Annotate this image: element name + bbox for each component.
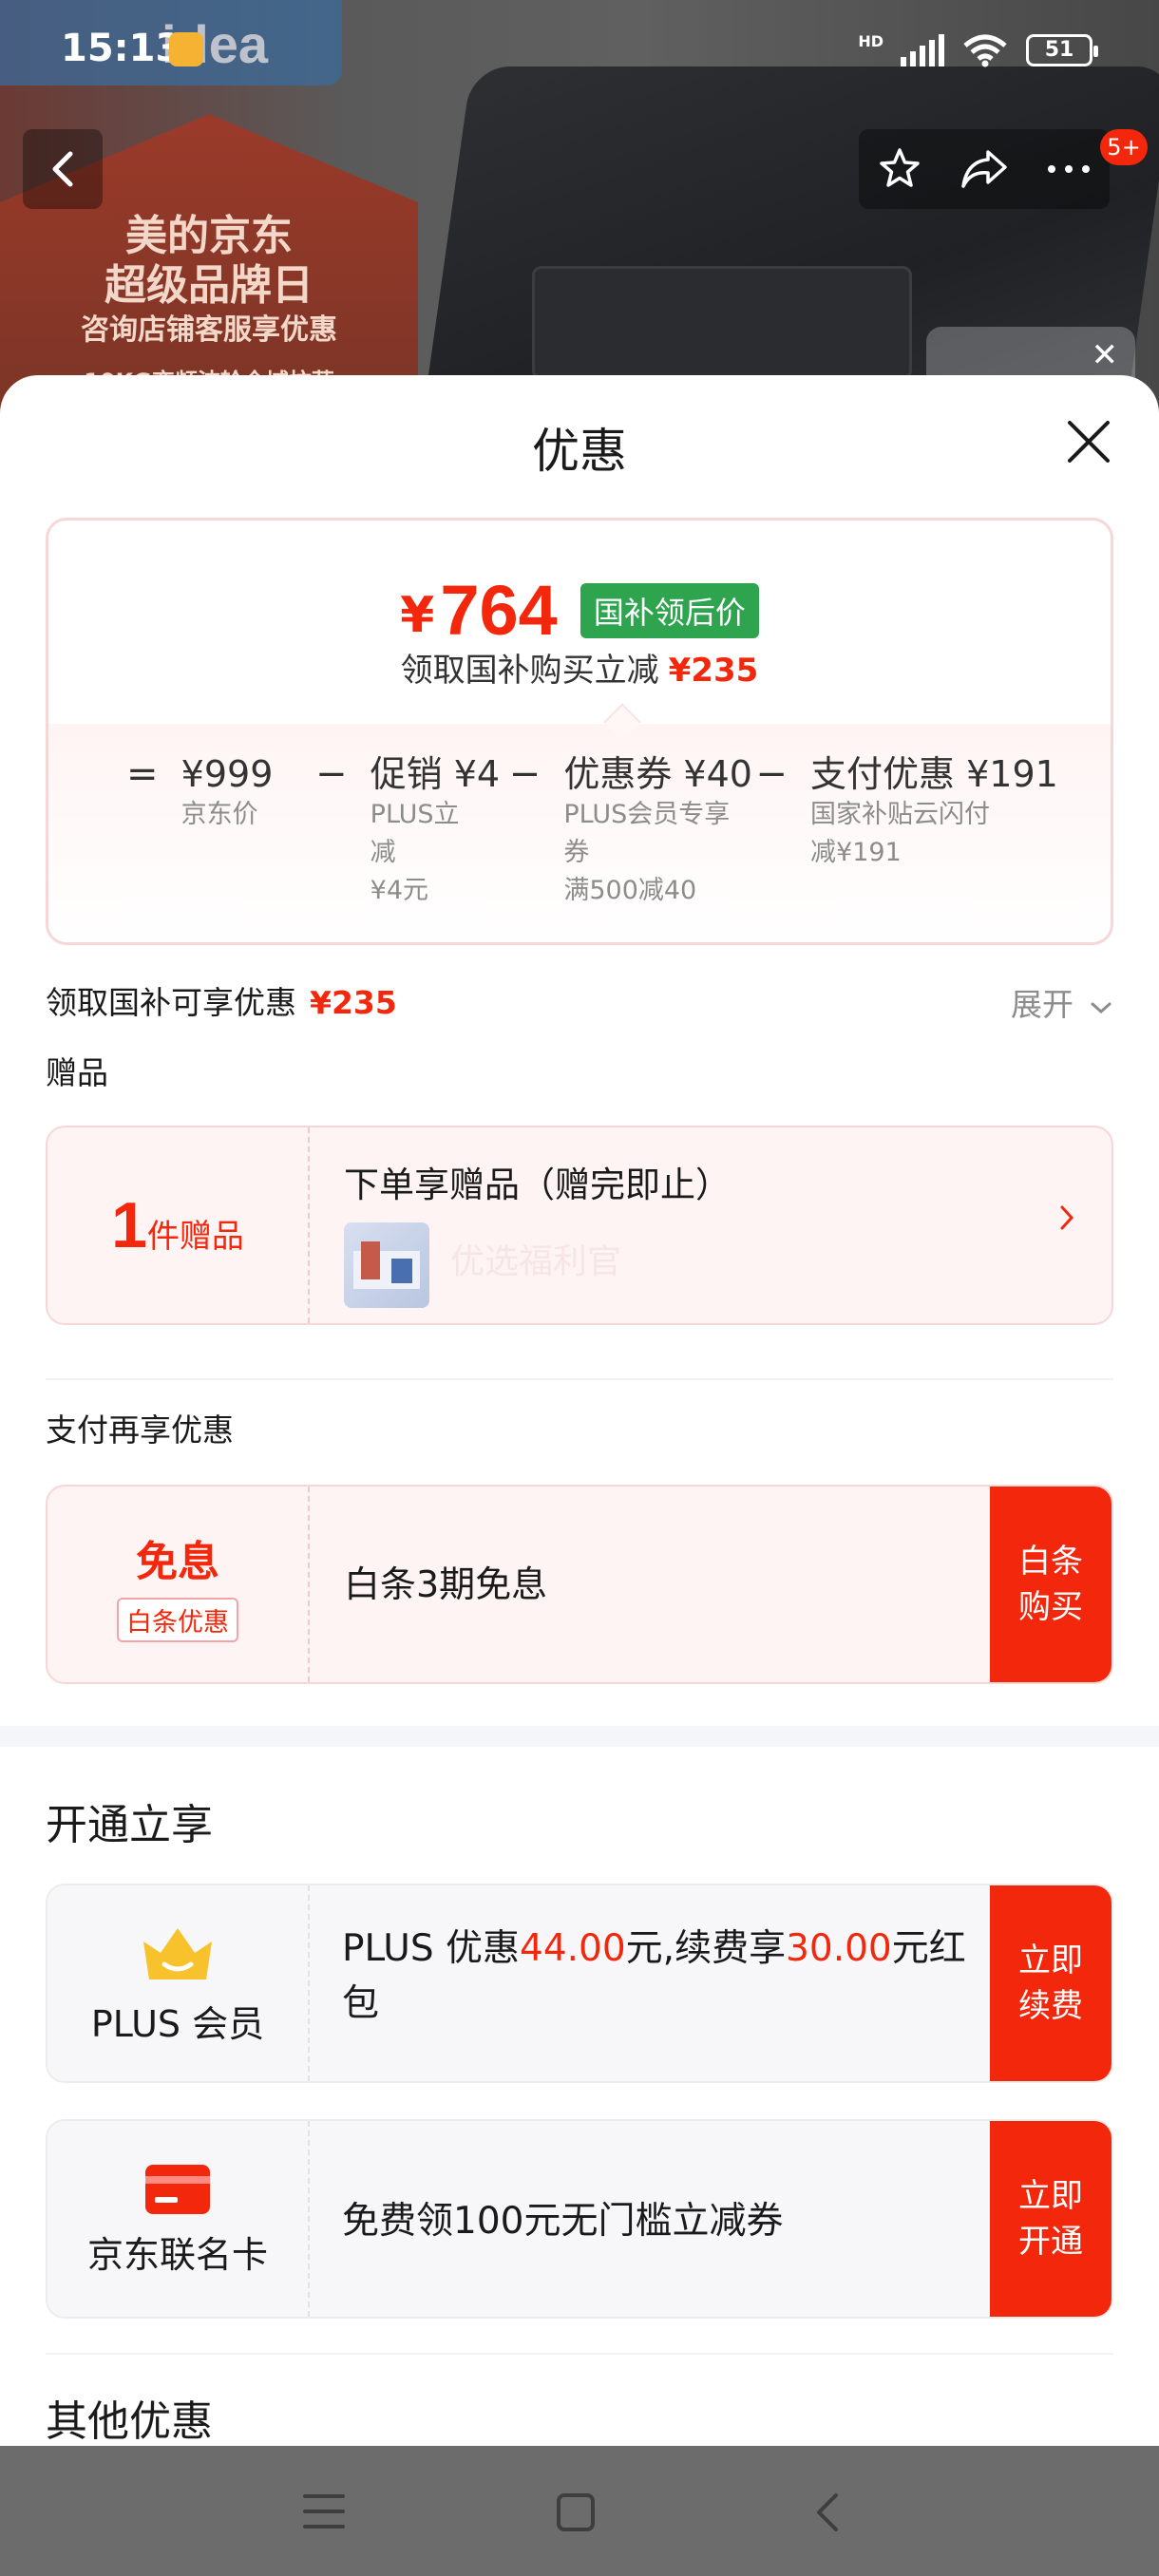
currency-symbol: ¥ <box>400 586 435 644</box>
share-icon[interactable] <box>960 146 1009 192</box>
calc-term-coupon: 优惠券 ¥40 PLUS会员专享券 满500减40 <box>563 752 752 910</box>
signal-icon <box>901 34 944 66</box>
cobrand-name: 京东联名卡 <box>86 2233 268 2276</box>
calc-operator: − <box>755 752 788 796</box>
star-icon[interactable] <box>877 146 922 192</box>
poster-line: 超级品牌日 <box>104 261 314 310</box>
plus-name: PLUS 会员 <box>90 2002 265 2045</box>
network-type: HD <box>858 32 884 50</box>
calc-amount: 促销 ¥4 <box>370 753 501 795</box>
plus-member-card[interactable]: PLUS 会员 PLUS 优惠44.00元,续费享30.00元红包 立即 续费 <box>46 1884 1113 2083</box>
calc-desc: 国家补贴云闪付 减¥191 <box>810 800 991 867</box>
calc-term-jd-price: ¥999 京东价 <box>181 752 291 834</box>
system-nav-bar <box>0 2446 1159 2576</box>
price-calculation: = ¥999 京东价 − 促销 ¥4 PLUS立减 ¥4元 − 优惠券 ¥40 … <box>48 724 1111 942</box>
gift-count-line: 1件赠品 <box>111 1188 244 1262</box>
poster-line: 咨询店铺客服享优惠 <box>81 313 337 347</box>
more-icon[interactable] <box>1046 163 1092 175</box>
crown-icon <box>143 1927 212 1979</box>
plus-label-box: PLUS 会员 <box>48 1885 310 2081</box>
calc-desc: PLUS会员专享券 满500减40 <box>563 800 731 905</box>
expand-label: 展开 <box>1011 986 1074 1023</box>
calc-desc: 京东价 <box>180 800 258 829</box>
price-breakdown-card: ¥ 764 国补领后价 领取国补购买立减 ¥235 = ¥999 京东价 − 促… <box>46 518 1113 945</box>
calc-row: = ¥999 京东价 − 促销 ¥4 PLUS立减 ¥4元 − 优惠券 ¥40 … <box>126 752 1073 910</box>
washer-panel <box>532 266 912 380</box>
status-bar: 15:13 HD 51 <box>0 0 1159 95</box>
wifi-icon <box>963 34 1007 67</box>
status-indicators: HD 51 <box>858 32 1098 68</box>
calc-amount: ¥999 <box>180 753 274 795</box>
calc-term-promo: 促销 ¥4 PLUS立减 ¥4元 <box>370 752 501 910</box>
subsidy-summary-text: 领取国补购买立减 <box>400 652 659 690</box>
close-icon[interactable] <box>1062 415 1115 468</box>
expand-toggle[interactable]: 展开 <box>1011 979 1112 1025</box>
card-icon <box>145 2164 210 2214</box>
calc-desc: PLUS立减 ¥4元 <box>370 800 460 905</box>
gift-unit: 件赠品 <box>146 1218 244 1256</box>
cobrand-label-box: 京东联名卡 <box>48 2121 310 2317</box>
status-time: 15:13 <box>61 27 182 70</box>
divider <box>46 2353 1113 2355</box>
home-nav-icon[interactable] <box>555 2491 597 2533</box>
menu-nav-icon[interactable] <box>302 2491 346 2531</box>
back-icon <box>52 151 73 187</box>
baitiao-tag: 白条优惠 <box>117 1597 238 1642</box>
gift-detail: 下单享赠品（赠完即止） 优选福利官 <box>310 1127 1112 1323</box>
calc-amount: 优惠券 ¥40 <box>563 753 752 795</box>
open-section-title: 开通立享 <box>46 1801 213 1849</box>
final-price: 764 <box>440 571 558 650</box>
gift-section-title: 赠品 <box>46 1054 108 1091</box>
discount-sheet: 优惠 ¥ 764 国补领后价 领取国补购买立减 ¥235 = ¥999 京东价 … <box>0 375 1159 2446</box>
sheet-title: 优惠 <box>532 424 627 479</box>
battery-icon: 51 <box>1026 34 1098 66</box>
plus-amount-b: 30.00 <box>786 1927 892 1970</box>
gift-subtitle: 优选福利官 <box>450 1242 622 1281</box>
cobrand-card[interactable]: 京东联名卡 免费领100元无门槛立减券 立即 开通 <box>46 2119 1113 2319</box>
plus-renew-button[interactable]: 立即 续费 <box>990 1885 1112 2081</box>
gift-title: 下单享赠品（赠完即止） <box>344 1165 731 1205</box>
subsidy-row-label: 领取国补可享优惠 <box>46 984 296 1021</box>
chevron-down-icon <box>1091 1002 1111 1014</box>
cobrand-open-button[interactable]: 立即 开通 <box>990 2121 1112 2317</box>
plus-offer-text: PLUS 优惠44.00元,续费享30.00元红包 <box>342 1922 969 2032</box>
chevron-right-icon <box>1060 1205 1074 1230</box>
cart-badge: 5+ <box>1100 129 1148 165</box>
calc-operator: − <box>315 752 348 796</box>
app-notification-icon <box>169 32 203 66</box>
calc-operator: − <box>508 752 542 796</box>
subsidy-row-amount: ¥235 <box>310 984 397 1021</box>
divider <box>46 1378 1113 1380</box>
section-gap <box>0 1726 1159 1747</box>
close-icon[interactable]: ✕ <box>1092 336 1119 374</box>
gift-count: 1 <box>111 1189 147 1261</box>
plus-text-a: PLUS 优惠 <box>342 1927 521 1970</box>
subsidy-summary: 领取国补购买立减 ¥235 <box>48 644 1111 691</box>
interest-free-label: 免息 <box>136 1537 219 1586</box>
back-button[interactable] <box>23 129 103 209</box>
plus-text-b: 元,续费享 <box>625 1927 787 1970</box>
plus-amount-a: 44.00 <box>520 1927 626 1970</box>
baitiao-text: 白条3期免息 <box>344 1563 548 1605</box>
calc-term-payment: 支付优惠 ¥191 国家补贴云闪付 减¥191 <box>810 752 1058 872</box>
pay-section-title: 支付再享优惠 <box>46 1411 234 1449</box>
baitiao-card[interactable]: 免息 白条优惠 白条3期免息 白条 购买 <box>46 1485 1113 1684</box>
back-nav-icon[interactable] <box>811 2491 842 2533</box>
subsidy-price-tag: 国补领后价 <box>580 582 759 638</box>
baitiao-buy-button[interactable]: 白条 购买 <box>990 1487 1112 1682</box>
gift-count-box: 1件赠品 <box>48 1127 310 1323</box>
cobrand-text: 免费领100元无门槛立减券 <box>342 2200 784 2243</box>
other-section-title: 其他优惠 <box>46 2397 213 2446</box>
subsidy-summary-amount: ¥235 <box>668 652 759 690</box>
calc-operator: = <box>126 752 159 796</box>
subsidy-row: 领取国补可享优惠 ¥235 <box>46 977 397 1023</box>
baitiao-label-box: 免息 白条优惠 <box>48 1487 310 1682</box>
app-root: idea 美的京东 超级品牌日 咨询店铺客服享优惠 10KG变频波轮全域抗菌 1… <box>0 0 1159 2576</box>
calc-amount: 支付优惠 ¥191 <box>810 753 1058 795</box>
final-price-row: ¥ 764 国补领后价 <box>48 570 1111 651</box>
gift-thumbnail <box>344 1222 429 1308</box>
price-summary: ¥ 764 国补领后价 领取国补购买立减 ¥235 <box>48 521 1111 724</box>
gift-card[interactable]: 1件赠品 下单享赠品（赠完即止） 优选福利官 <box>46 1126 1113 1325</box>
product-nav-actions <box>859 129 1110 209</box>
